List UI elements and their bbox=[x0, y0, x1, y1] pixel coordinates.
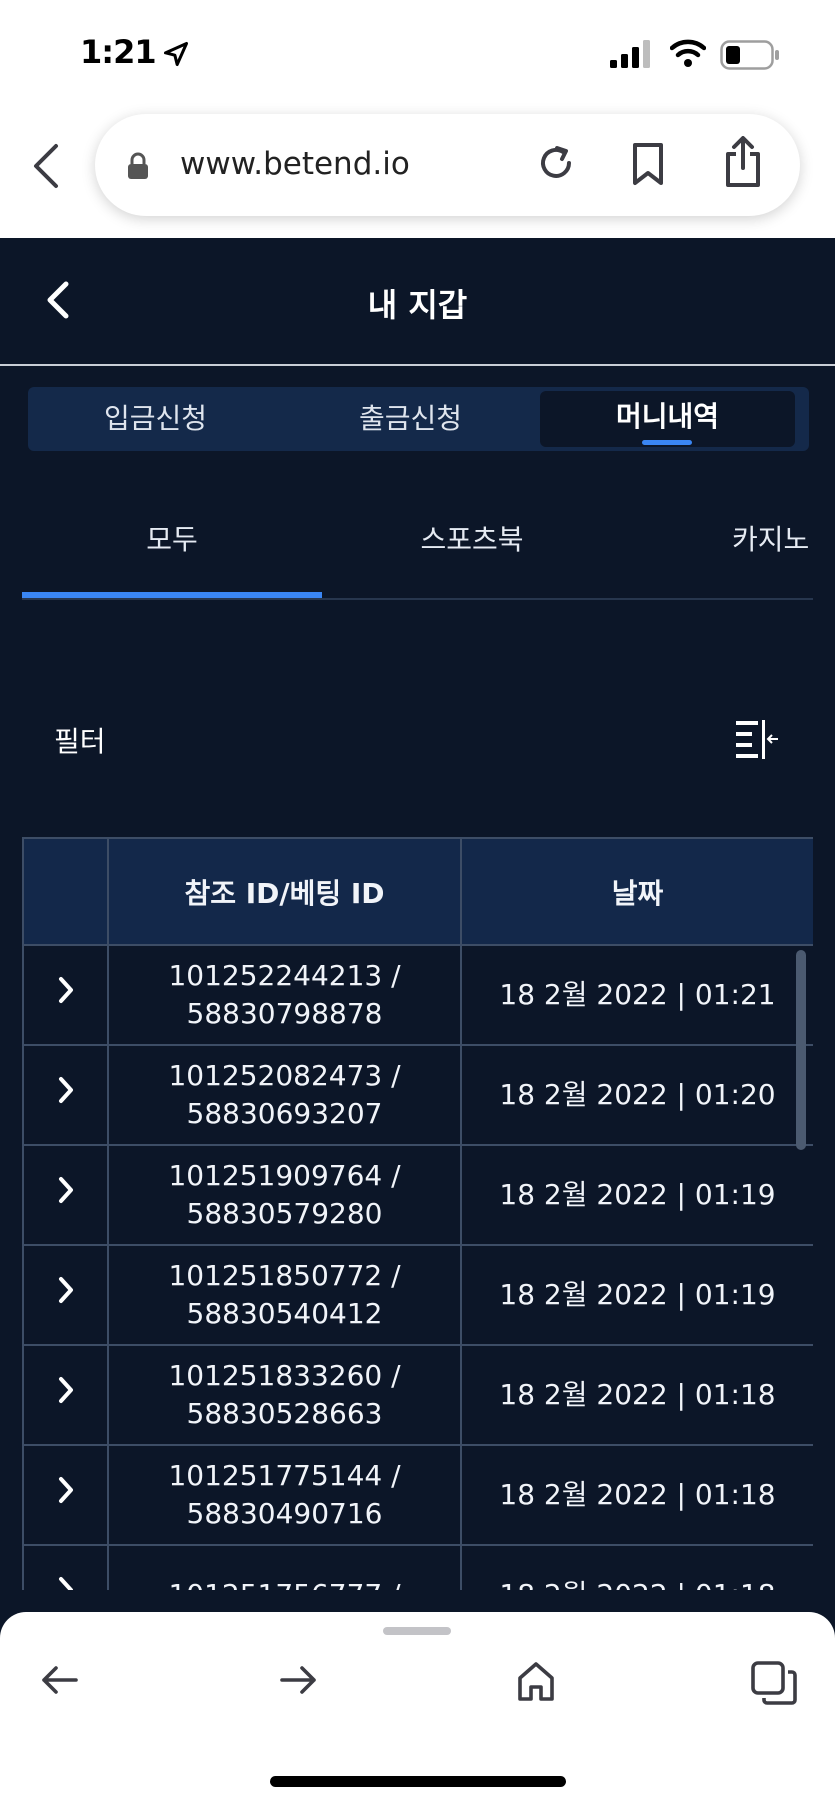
page-title: 내 지갑 bbox=[367, 286, 468, 324]
browser-toolbar: www.betend.io bbox=[0, 100, 835, 238]
chevron-right-icon[interactable] bbox=[56, 1075, 76, 1105]
chevron-right-icon[interactable] bbox=[56, 1175, 76, 1205]
filter-sort-icon[interactable] bbox=[734, 718, 780, 760]
bookmark-icon[interactable] bbox=[630, 142, 666, 186]
table-row[interactable]: 101252082473 / 58830693207 18 2월 2022 | 01… bbox=[22, 1044, 813, 1146]
table-header-row: 참조 ID/베팅 ID 날짜 bbox=[22, 837, 813, 946]
bet-id: 58830490716 bbox=[186, 1497, 383, 1530]
ref-id: 101251850772 / bbox=[168, 1259, 401, 1292]
row-expand-cell[interactable] bbox=[22, 1144, 109, 1246]
nav-back-arrow-icon[interactable] bbox=[40, 1664, 80, 1696]
date-cell: 18 2월 2022 | 01:19 bbox=[460, 1244, 813, 1346]
row-expand-cell[interactable] bbox=[22, 1544, 109, 1590]
ref-bet-id-cell: 101251833260 / 58830528663 bbox=[107, 1344, 462, 1446]
browser-back-chevron-icon[interactable] bbox=[30, 142, 62, 190]
bet-id: 58830693207 bbox=[186, 1097, 383, 1130]
chevron-right-icon[interactable] bbox=[56, 1475, 76, 1505]
chevron-right-icon[interactable] bbox=[56, 975, 76, 1005]
table-row[interactable]: 101251833260 / 58830528663 18 2월 2022 | 01… bbox=[22, 1344, 813, 1446]
sheet-grabber[interactable] bbox=[383, 1627, 451, 1635]
tab-deposit[interactable]: 입금신청 bbox=[28, 387, 283, 451]
date-cell: 18 2월 2022 | 01:18 bbox=[460, 1544, 813, 1590]
url-text: www.betend.io bbox=[180, 146, 410, 182]
row-expand-cell[interactable] bbox=[22, 944, 109, 1046]
status-bar: 1:21 bbox=[0, 0, 835, 100]
transactions-table: 참조 ID/베팅 ID 날짜 101252244213 / 58830798878… bbox=[22, 837, 813, 1590]
nav-forward-arrow-icon[interactable] bbox=[278, 1664, 318, 1696]
lock-icon bbox=[128, 152, 148, 179]
date-cell: 18 2월 2022 | 01:20 bbox=[460, 1044, 813, 1146]
screen: 1:21 www.betend.io 내 지갑 입금신청 출금신청 머니내역 모… bbox=[0, 0, 835, 1807]
share-icon[interactable] bbox=[723, 136, 763, 188]
home-indicator bbox=[270, 1776, 566, 1787]
bet-id: 58830528663 bbox=[186, 1397, 383, 1430]
browser-bottom-bar bbox=[0, 1612, 835, 1807]
active-category-indicator bbox=[22, 592, 322, 598]
table-row[interactable]: 101252244213 / 58830798878 18 2월 2022 | 01… bbox=[22, 944, 813, 1046]
row-expand-cell[interactable] bbox=[22, 1344, 109, 1446]
table-row[interactable]: 101251756777 /18 2월 2022 | 01:18 bbox=[22, 1544, 813, 1590]
chevron-right-icon[interactable] bbox=[56, 1275, 76, 1305]
date-cell: 18 2월 2022 | 01:21 bbox=[460, 944, 813, 1046]
column-header-date: 날짜 bbox=[460, 837, 813, 946]
ref-bet-id-cell: 101251850772 / 58830540412 bbox=[107, 1244, 462, 1346]
ref-bet-id-cell: 101252082473 / 58830693207 bbox=[107, 1044, 462, 1146]
ref-id: 101252244213 / bbox=[168, 959, 401, 992]
ref-bet-id-cell: 101251756777 / bbox=[107, 1544, 462, 1590]
column-header-expand bbox=[22, 837, 109, 946]
ref-id: 101252082473 / bbox=[168, 1059, 401, 1092]
column-header-ref-id: 참조 ID/베팅 ID bbox=[107, 837, 462, 946]
bet-id: 58830540412 bbox=[186, 1297, 383, 1330]
category-tabs: 모두 스포츠북 카지노 bbox=[22, 488, 813, 600]
tab-sportsbook[interactable]: 스포츠북 bbox=[322, 518, 622, 558]
wifi-icon bbox=[670, 39, 706, 67]
cellular-signal-icon bbox=[610, 40, 650, 68]
tab-money-history[interactable]: 머니내역 bbox=[540, 391, 795, 447]
wallet-tabs: 입금신청 출금신청 머니내역 bbox=[28, 387, 809, 451]
status-time: 1:21 bbox=[80, 33, 157, 71]
ref-bet-id-cell: 101252244213 / 58830798878 bbox=[107, 944, 462, 1046]
table-row[interactable]: 101251775144 / 58830490716 18 2월 2022 | 01… bbox=[22, 1444, 813, 1546]
tab-withdraw[interactable]: 출금신청 bbox=[283, 387, 538, 451]
home-icon[interactable] bbox=[516, 1660, 556, 1702]
ref-id: 101251833260 / bbox=[168, 1359, 401, 1392]
filter-label[interactable]: 필터 bbox=[54, 720, 106, 760]
app-header: 내 지갑 bbox=[0, 238, 835, 366]
ref-id: 101251775144 / bbox=[168, 1459, 401, 1492]
date-cell: 18 2월 2022 | 01:19 bbox=[460, 1144, 813, 1246]
battery-icon bbox=[720, 40, 779, 70]
table-row[interactable]: 101251850772 / 58830540412 18 2월 2022 | 01… bbox=[22, 1244, 813, 1346]
location-arrow-icon bbox=[163, 41, 189, 67]
ref-id: 101251756777 / bbox=[110, 1576, 459, 1590]
tab-casino[interactable]: 카지노 bbox=[732, 518, 813, 558]
table-scrollbar[interactable] bbox=[796, 950, 806, 1150]
ref-bet-id-cell: 101251909764 / 58830579280 bbox=[107, 1144, 462, 1246]
address-bar[interactable]: www.betend.io bbox=[95, 114, 800, 216]
chevron-right-icon[interactable] bbox=[56, 1575, 76, 1590]
ref-id: 101251909764 / bbox=[168, 1159, 401, 1192]
row-expand-cell[interactable] bbox=[22, 1244, 109, 1346]
tabs-overview-icon[interactable] bbox=[750, 1660, 798, 1706]
tab-money-history-label: 머니내역 bbox=[615, 400, 720, 433]
table-row[interactable]: 101251909764 / 58830579280 18 2월 2022 | 01… bbox=[22, 1144, 813, 1246]
row-expand-cell[interactable] bbox=[22, 1044, 109, 1146]
bet-id: 58830798878 bbox=[186, 997, 383, 1030]
ref-bet-id-cell: 101251775144 / 58830490716 bbox=[107, 1444, 462, 1546]
tab-all[interactable]: 모두 bbox=[22, 518, 322, 558]
chevron-right-icon[interactable] bbox=[56, 1375, 76, 1405]
active-tab-indicator bbox=[642, 440, 692, 445]
date-cell: 18 2월 2022 | 01:18 bbox=[460, 1344, 813, 1446]
date-cell: 18 2월 2022 | 01:18 bbox=[460, 1444, 813, 1546]
bet-id: 58830579280 bbox=[186, 1197, 383, 1230]
reload-icon[interactable] bbox=[535, 142, 577, 184]
row-expand-cell[interactable] bbox=[22, 1444, 109, 1546]
